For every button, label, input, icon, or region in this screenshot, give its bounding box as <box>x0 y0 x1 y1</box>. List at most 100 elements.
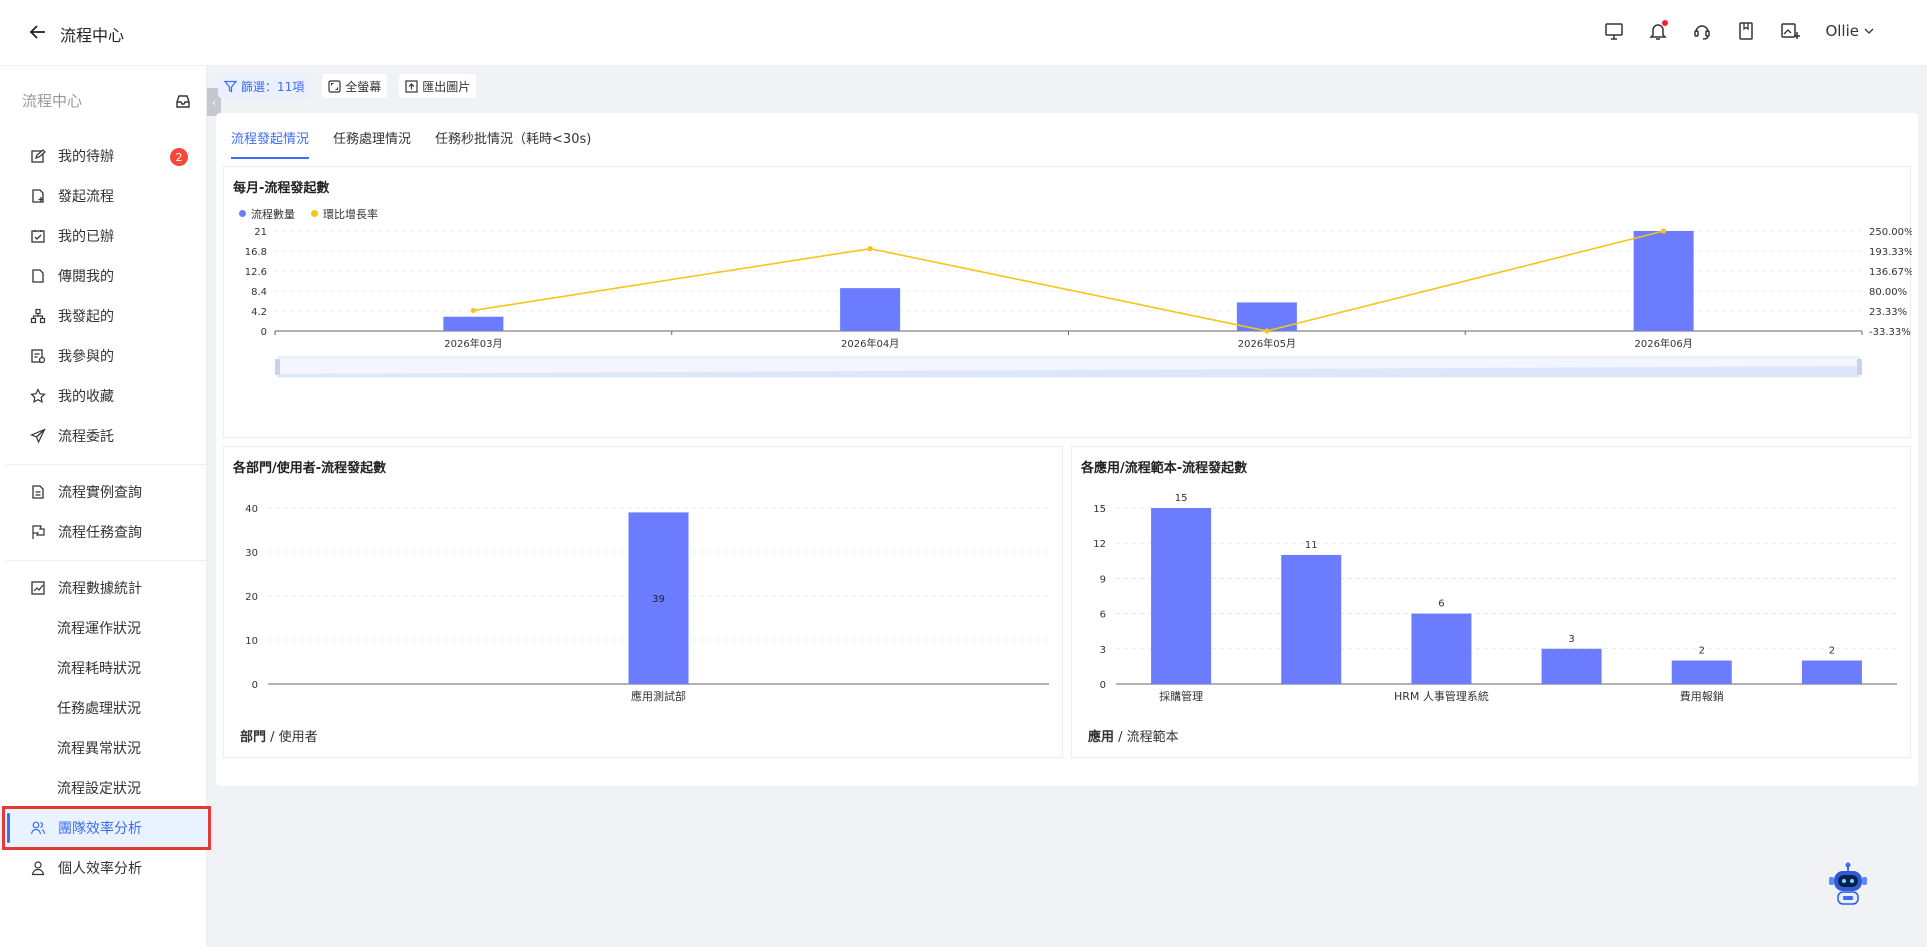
sidebar-item-label: 流程實例查詢 <box>58 485 142 501</box>
sidebar-item-participated[interactable]: 我參與的 <box>0 336 207 376</box>
filter-button-label: 篩選：11項 <box>241 79 305 94</box>
sidebar-item-statistics[interactable]: 流程數據統計 <box>0 568 207 608</box>
bar <box>1671 660 1732 684</box>
y-tick-label-right: 23.33% <box>1869 307 1907 318</box>
data-zoom-handle-right <box>1857 359 1862 375</box>
sidebar-item-label: 我發起的 <box>58 309 114 325</box>
growth-rate-point <box>1264 328 1270 334</box>
y-tick-label: 12 <box>1093 539 1106 550</box>
x-axis-dimension-label: 部門 / 使用者 <box>240 726 318 745</box>
y-tick-label-right: 136.67% <box>1869 267 1912 278</box>
y-tick-label-left: 16.8 <box>245 247 267 258</box>
user-name: Ollie <box>1825 22 1859 40</box>
line-chart-icon <box>30 580 46 596</box>
sidebar-item-label: 我參與的 <box>58 349 114 365</box>
monitor-icon[interactable] <box>1603 20 1625 42</box>
bar-monthly-count <box>840 288 901 331</box>
y-tick-label: 30 <box>245 548 258 559</box>
participate-icon <box>30 348 46 364</box>
bell-icon[interactable] <box>1647 20 1669 42</box>
main-panel: 流程發起情況 任務處理情況 任務秒批情況（耗時<30s) 每月-流程發起數 流程… <box>216 113 1918 786</box>
robot-assistant-icon[interactable] <box>1826 860 1870 908</box>
sidebar-item-todo[interactable]: 我的待辦 2 <box>0 136 207 176</box>
sidebar-divider <box>6 560 206 561</box>
document-icon <box>30 484 46 500</box>
sidebar-item-label: 傳閱我的 <box>58 269 114 285</box>
org-chart-icon <box>30 308 46 324</box>
app-title: 流程中心 <box>60 26 125 45</box>
filter-button[interactable]: 篩選：11項 <box>218 74 311 98</box>
monthly-initiation-card: 每月-流程發起數 流程數量 環比增長率 0 4.2 8.4 12.6 16.8 21 -33… <box>223 166 1912 438</box>
tab-instant-approval[interactable]: 任務秒批情況（耗時<30s) <box>435 128 591 159</box>
sidebar-item-personal-efficiency[interactable]: 個人效率分析 <box>0 848 207 888</box>
back-arrow-icon[interactable] <box>28 22 48 42</box>
dimension-secondary: / 流程範本 <box>1114 730 1179 745</box>
sidebar-item-circulated[interactable]: 傳閱我的 <box>0 256 207 296</box>
check-square-icon <box>30 228 46 244</box>
sidebar-item-delegation[interactable]: 流程委託 <box>0 416 207 456</box>
headset-icon[interactable] <box>1691 20 1713 42</box>
user-menu[interactable]: Ollie <box>1825 22 1875 40</box>
export-image-button[interactable]: 匯出圖片 <box>399 74 477 98</box>
tab-process-initiation[interactable]: 流程發起情況 <box>231 128 310 159</box>
y-tick-label: 0 <box>252 680 258 691</box>
sidebar-item-label: 發起流程 <box>58 189 114 205</box>
sidebar-item-label: 我的已辦 <box>58 229 114 245</box>
y-tick-label: 15 <box>1093 504 1106 515</box>
image-upload-icon[interactable] <box>1779 20 1801 42</box>
sidebar-item-initiated[interactable]: 我發起的 <box>0 296 207 336</box>
filter-icon <box>224 80 237 92</box>
export-icon <box>405 79 418 93</box>
sidebar-item-instance-query[interactable]: 流程實例查詢 <box>0 472 207 512</box>
sidebar-item-start-process[interactable]: 發起流程 <box>0 176 207 216</box>
sidebar-item-done[interactable]: 我的已辦 <box>0 216 207 256</box>
fullscreen-button[interactable]: 全螢幕 <box>322 74 388 98</box>
sidebar-item-label: 流程耗時狀況 <box>57 661 141 677</box>
file-icon <box>30 268 46 284</box>
bar-data-label: 39 <box>652 594 665 605</box>
bar-data-label: 3 <box>1568 634 1574 645</box>
book-icon[interactable] <box>1735 20 1757 42</box>
sidebar-item-label: 流程異常狀況 <box>57 741 141 757</box>
bar-monthly-count <box>1633 231 1694 331</box>
x-axis-dimension-label: 應用 / 流程範本 <box>1088 726 1179 745</box>
y-tick-label: 40 <box>245 504 258 515</box>
tab-bar: 流程發起情況 任務處理情況 任務秒批情況（耗時<30s) <box>231 128 591 159</box>
inbox-icon[interactable] <box>174 92 192 110</box>
sidebar-item-task-status[interactable]: 任務處理狀況 <box>0 688 207 728</box>
x-tick-label: 應用測試部 <box>631 689 686 703</box>
growth-rate-point <box>867 246 873 252</box>
y-tick-label: 6 <box>1100 610 1106 621</box>
bar <box>1541 648 1602 684</box>
sidebar-item-favorites[interactable]: 我的收藏 <box>0 376 207 416</box>
dimension-primary: 應用 <box>1088 730 1115 745</box>
tab-task-handling[interactable]: 任務處理情況 <box>333 128 411 159</box>
bar-data-label: 11 <box>1305 540 1318 551</box>
sidebar-item-exception-status[interactable]: 流程異常狀況 <box>0 728 207 768</box>
sidebar-item-settings-status[interactable]: 流程設定狀況 <box>0 768 207 808</box>
sidebar-item-label: 個人效率分析 <box>58 861 142 877</box>
bar <box>1281 554 1342 684</box>
sidebar-item-label: 流程任務查詢 <box>58 525 142 541</box>
bar-data-label: 6 <box>1438 599 1444 610</box>
bar <box>1801 660 1862 684</box>
bar <box>1411 613 1472 684</box>
x-tick-label: 2026年05月 <box>1238 337 1296 350</box>
x-tick-label: 費用報銷 <box>1680 689 1724 703</box>
sidebar-item-operation-status[interactable]: 流程運作狀況 <box>0 608 207 648</box>
file-add-icon <box>30 188 46 204</box>
chevron-left-icon: ‹ <box>211 95 217 109</box>
sidebar-item-task-query[interactable]: 流程任務查詢 <box>0 512 207 552</box>
bar-data-label: 15 <box>1175 493 1188 504</box>
y-tick-label-left: 12.6 <box>245 267 267 278</box>
sidebar-item-label: 流程運作狀況 <box>57 621 141 637</box>
x-tick-label: 2026年03月 <box>444 337 502 350</box>
app-template-initiation-card: 各應用/流程範本-流程發起數 0 3 6 9 12 15 採購管理 15 11 HRM 人事管理系… <box>1071 446 1911 758</box>
app-template-bar-chart: 0 3 6 9 12 15 採購管理 15 11 HRM 人事管理系統 6 3 費用報銷 2 2 <box>1093 493 1897 703</box>
sidebar-item-duration-status[interactable]: 流程耗時狀況 <box>0 648 207 688</box>
sidebar-title: 流程中心 <box>22 92 83 110</box>
x-tick-label: HRM 人事管理系統 <box>1394 689 1489 703</box>
edit-icon <box>30 148 46 164</box>
data-zoom-handle-left <box>275 359 280 375</box>
growth-rate-line <box>473 230 1664 332</box>
